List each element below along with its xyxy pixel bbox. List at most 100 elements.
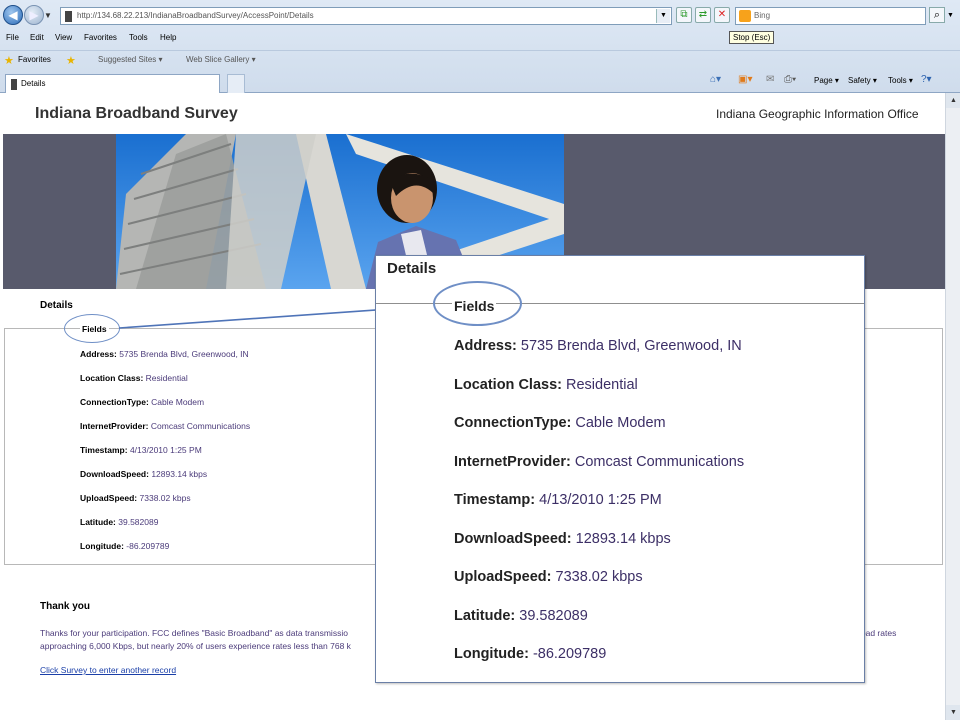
refresh-icon[interactable]: ⇄ <box>695 7 711 23</box>
callout-row-latitude: Latitude: 39.582089 <box>454 608 588 624</box>
row-key: Timestamp: <box>80 445 128 455</box>
help-icon[interactable]: ?▾ <box>921 74 932 85</box>
search-box[interactable]: Bing <box>735 7 926 25</box>
zoom-callout: Details Fields Address: 5735 Brenda Blvd… <box>375 255 865 683</box>
stop-icon[interactable]: ✕ <box>714 7 730 23</box>
stop-tooltip: Stop (Esc) <box>729 31 775 44</box>
row-key: UploadSpeed: <box>80 493 138 503</box>
row-key: Latitude: <box>80 517 116 527</box>
row-key: Longitude: <box>80 541 124 551</box>
row-value: 4/13/2010 1:25 PM <box>129 445 202 455</box>
bing-icon <box>739 10 751 22</box>
row-internet-provider: InternetProvider: Comcast Communications <box>80 421 250 431</box>
favorites-star-icon: ★ <box>4 55 14 67</box>
tab-page-icon <box>11 79 17 90</box>
forward-button[interactable]: ▶ <box>24 5 44 25</box>
vertical-scrollbar[interactable]: ▲ ▼ <box>945 93 960 720</box>
new-tab-button[interactable] <box>227 74 245 93</box>
back-button[interactable]: ◀ <box>3 5 23 25</box>
thanks-line1: Thanks for your participation. FCC defin… <box>40 628 348 638</box>
row-key: ConnectionType: <box>80 397 149 407</box>
callout-row-timestamp: Timestamp: 4/13/2010 1:25 PM <box>454 492 662 508</box>
office-title: Indiana Geographic Information Office <box>716 107 919 121</box>
row-download-speed: DownloadSpeed: 12893.14 kbps <box>80 469 207 479</box>
callout-row-key: DownloadSpeed: <box>454 531 572 547</box>
favorites-bar: ★ Favorites ★ Suggested Sites ▾ Web Slic… <box>0 50 960 68</box>
tab-details[interactable]: Details <box>5 74 220 93</box>
menu-file[interactable]: File <box>6 33 19 42</box>
navigation-bar: ◀ ▶ ▼ http://134.68.22.213/IndianaBroadb… <box>0 0 960 32</box>
row-latitude: Latitude: 39.582089 <box>80 517 158 527</box>
search-icon[interactable]: ⌕ <box>929 7 945 23</box>
callout-row-value: 5735 Brenda Blvd, Greenwood, IN <box>520 338 742 354</box>
menu-tools[interactable]: Tools <box>129 33 148 42</box>
callout-row-value: 39.582089 <box>519 608 588 624</box>
safety-menu[interactable]: Safety ▾ <box>848 76 877 85</box>
callout-row-key: InternetProvider: <box>454 454 571 470</box>
menu-edit[interactable]: Edit <box>30 33 44 42</box>
menu-view[interactable]: View <box>55 33 72 42</box>
row-longitude: Longitude: -86.209789 <box>80 541 169 551</box>
menu-favorites[interactable]: Favorites <box>84 33 117 42</box>
row-key: Location Class: <box>80 373 144 383</box>
home-icon[interactable]: ⌂▾ <box>710 74 721 85</box>
callout-row-connection-type: ConnectionType: Cable Modem <box>454 415 666 431</box>
thanks-heading: Thank you <box>40 601 91 612</box>
callout-row-key: Latitude: <box>454 608 516 624</box>
row-key: Address: <box>80 349 117 359</box>
scroll-up-arrow-icon[interactable]: ▲ <box>946 93 960 108</box>
feeds-icon[interactable]: ▣▾ <box>738 74 752 85</box>
row-timestamp: Timestamp: 4/13/2010 1:25 PM <box>80 445 202 455</box>
callout-row-value: Cable Modem <box>575 415 666 431</box>
read-mail-icon[interactable]: ✉ <box>766 74 774 85</box>
address-dropdown-icon[interactable]: ▼ <box>656 9 670 23</box>
web-slice-gallery-link[interactable]: Web Slice Gallery ▾ <box>174 55 256 64</box>
callout-row-value: 7338.02 kbps <box>555 569 643 585</box>
tools-menu[interactable]: Tools ▾ <box>888 76 913 85</box>
scroll-down-arrow-icon[interactable]: ▼ <box>946 705 960 720</box>
row-address: Address: 5735 Brenda Blvd, Greenwood, IN <box>80 349 249 359</box>
row-connection-type: ConnectionType: Cable Modem <box>80 397 204 407</box>
print-icon[interactable]: ⎙▾ <box>784 74 796 85</box>
suggested-sites-link[interactable]: Suggested Sites ▾ <box>86 55 163 64</box>
callout-row-key: Longitude: <box>454 646 529 662</box>
callout-row-value: 12893.14 kbps <box>575 531 671 547</box>
browser-chrome: ◀ ▶ ▼ http://134.68.22.213/IndianaBroadb… <box>0 0 960 93</box>
search-placeholder[interactable]: Bing <box>754 11 770 20</box>
callout-row-download-speed: DownloadSpeed: 12893.14 kbps <box>454 531 671 547</box>
callout-row-key: ConnectionType: <box>454 415 572 431</box>
fields-highlight-circle <box>64 314 120 343</box>
tab-label: Details <box>21 79 46 88</box>
page-icon <box>65 11 72 22</box>
callout-row-value: -86.209789 <box>532 646 607 662</box>
row-value: 12893.14 kbps <box>151 469 208 479</box>
details-heading: Details <box>40 300 73 311</box>
survey-link[interactable]: Click Survey to enter another record <box>40 665 176 675</box>
callout-details-heading: Details <box>387 260 437 277</box>
thanks-line2: approaching 6,000 Kbps, but nearly 20% o… <box>40 641 351 651</box>
callout-row-internet-provider: InternetProvider: Comcast Communications <box>454 454 744 470</box>
row-value: 39.582089 <box>118 517 159 527</box>
row-upload-speed: UploadSpeed: 7338.02 kbps <box>80 493 191 503</box>
callout-row-value: 4/13/2010 1:25 PM <box>539 492 662 508</box>
address-bar[interactable]: http://134.68.22.213/IndianaBroadbandSur… <box>60 7 672 25</box>
compatibility-icon[interactable]: ⧉ <box>676 7 692 23</box>
callout-row-address: Address: 5735 Brenda Blvd, Greenwood, IN <box>454 338 742 354</box>
add-favorite-icon[interactable]: ★ <box>66 54 76 67</box>
row-location-class: Location Class: Residential <box>80 373 188 383</box>
callout-row-location-class: Location Class: Residential <box>454 377 638 393</box>
callout-row-upload-speed: UploadSpeed: 7338.02 kbps <box>454 569 643 585</box>
callout-fields-highlight-circle <box>433 281 522 326</box>
search-dropdown-icon[interactable]: ▼ <box>947 12 954 19</box>
address-text[interactable]: http://134.68.22.213/IndianaBroadbandSur… <box>77 11 314 20</box>
callout-row-key: Timestamp: <box>454 492 536 508</box>
callout-row-key: Address: <box>454 338 517 354</box>
row-value: 5735 Brenda Blvd, Greenwood, IN <box>119 349 249 359</box>
row-key: InternetProvider: <box>80 421 149 431</box>
favorites-button[interactable]: Favorites <box>18 55 51 64</box>
page-menu[interactable]: Page ▾ <box>814 76 839 85</box>
row-value: Cable Modem <box>151 397 205 407</box>
history-dropdown-icon[interactable]: ▼ <box>44 11 52 20</box>
row-value: -86.209789 <box>126 541 170 551</box>
menu-help[interactable]: Help <box>160 33 176 42</box>
